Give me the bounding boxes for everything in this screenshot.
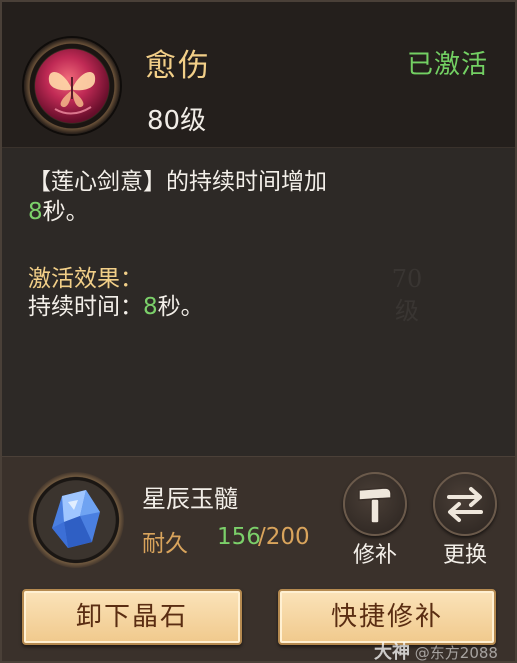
bg-level-lower-unit: 级 bbox=[395, 297, 419, 325]
skill-level: 80级 bbox=[147, 106, 207, 136]
quick-repair-button[interactable]: 快捷修补 bbox=[278, 589, 496, 645]
watermark-user: @东方2088 bbox=[414, 644, 498, 662]
effect-detail: 持续时间：8秒。 bbox=[28, 292, 204, 322]
bg-level-lower-num: 70 bbox=[391, 265, 423, 293]
blue-crystal-icon bbox=[52, 490, 100, 548]
durability-label: 耐久 bbox=[142, 531, 188, 557]
effect-value: 8 bbox=[143, 294, 158, 320]
gem-name: 星辰玉髓 bbox=[142, 485, 238, 513]
description-line-2: 8秒。 bbox=[28, 197, 428, 227]
effect-suffix: 秒。 bbox=[157, 294, 204, 320]
durability-current: 156 bbox=[217, 524, 261, 550]
description-line-1: 【莲心剑意】的持续时间增加 bbox=[28, 169, 327, 195]
gem-slot[interactable] bbox=[28, 472, 124, 568]
skill-status-badge: 已激活 bbox=[407, 50, 489, 80]
effect-label: 持续时间： bbox=[28, 294, 143, 320]
swap-arrows-icon bbox=[447, 487, 483, 522]
watermark: 大神 @东方2088 bbox=[374, 638, 498, 663]
durability-max: /200 bbox=[258, 524, 310, 550]
replace-button[interactable] bbox=[433, 472, 497, 536]
gem-tooltip-panel: 60 70 级 愈伤 80级 已激活 【莲心剑意】的持续时间增加 8秒。 激活效… bbox=[0, 0, 517, 663]
skill-name: 愈伤 bbox=[145, 48, 211, 84]
remove-gem-button[interactable]: 卸下晶石 bbox=[22, 589, 242, 645]
effect-title: 激活效果： bbox=[28, 266, 143, 292]
replace-label: 更换 bbox=[442, 543, 487, 568]
repair-button[interactable] bbox=[343, 472, 407, 536]
watermark-brand: 大神 bbox=[374, 642, 410, 663]
repair-label: 修补 bbox=[352, 543, 397, 568]
hammer-icon bbox=[358, 487, 392, 524]
duration-bonus-value: 8 bbox=[28, 199, 43, 225]
butterfly-icon bbox=[35, 49, 109, 123]
duration-bonus-suffix: 秒。 bbox=[42, 199, 89, 225]
skill-description: 【莲心剑意】的持续时间增加 8秒。 bbox=[28, 167, 428, 227]
